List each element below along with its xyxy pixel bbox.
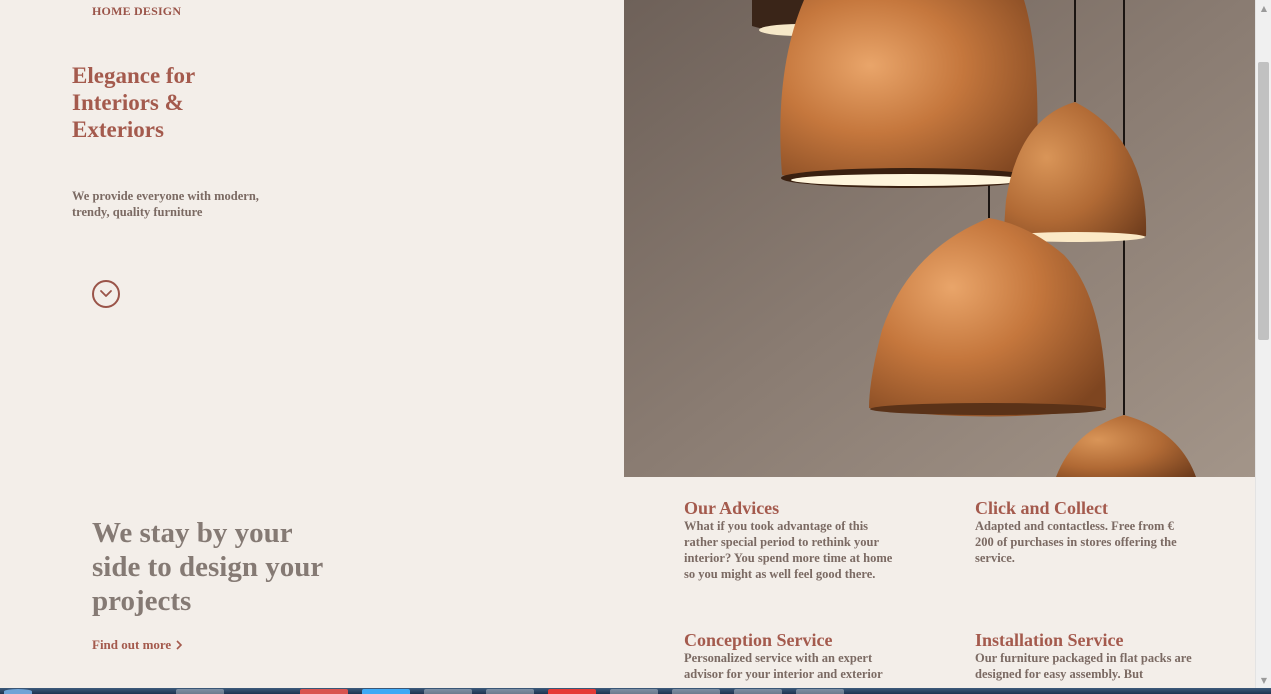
taskbar-item[interactable]: [362, 689, 410, 694]
hero-subtitle: We provide everyone with modern, trendy,…: [72, 189, 259, 219]
section-title: We stay by your side to design your proj…: [92, 517, 323, 617]
taskbar-item[interactable]: [486, 689, 534, 694]
service-text: Adapted and contactless. Free from € 200…: [975, 519, 1177, 565]
page: HOME DESIGN Elegance for Interiors & Ext…: [0, 0, 1271, 694]
taskbar-item[interactable]: [176, 689, 224, 694]
chevron-down-icon: [100, 290, 112, 297]
taskbar-item[interactable]: [672, 689, 720, 694]
service-text: What if you took advantage of this rathe…: [684, 519, 893, 581]
service-title[interactable]: Conception Service: [684, 630, 904, 650]
os-taskbar: [0, 688, 1271, 694]
taskbar-item[interactable]: [610, 689, 658, 694]
taskbar-item[interactable]: [548, 689, 596, 694]
service-text: Personalized service with an expert advi…: [684, 651, 883, 681]
hero-title: Elegance for Interiors & Exteriors: [72, 63, 195, 142]
service-conception: Conception Service Personalized service …: [684, 630, 904, 682]
service-text: Our furniture packaged in flat packs are…: [975, 651, 1192, 681]
taskbar-item[interactable]: [796, 689, 844, 694]
service-title[interactable]: Click and Collect: [975, 498, 1195, 518]
scroll-up-arrow-icon[interactable]: ▲: [1256, 0, 1271, 16]
hero-image-pendant-lamps: [624, 0, 1255, 477]
taskbar-item[interactable]: [300, 689, 348, 694]
scroll-down-button[interactable]: [92, 280, 120, 308]
service-title[interactable]: Our Advices: [684, 498, 904, 518]
start-button-icon[interactable]: [4, 689, 32, 694]
service-title[interactable]: Installation Service: [975, 630, 1195, 650]
scrollbar-thumb[interactable]: [1258, 62, 1269, 340]
chevron-right-icon: [176, 640, 183, 650]
find-out-more-link[interactable]: Find out more: [92, 637, 183, 653]
taskbar-item[interactable]: [424, 689, 472, 694]
brand-logo[interactable]: HOME DESIGN: [92, 4, 181, 19]
service-click-and-collect: Click and Collect Adapted and contactles…: [975, 498, 1195, 566]
vertical-scrollbar[interactable]: ▲ ▼: [1255, 0, 1271, 694]
taskbar-item[interactable]: [734, 689, 782, 694]
find-out-more-label: Find out more: [92, 637, 172, 652]
scroll-down-arrow-icon[interactable]: ▼: [1256, 672, 1271, 688]
service-our-advices: Our Advices What if you took advantage o…: [684, 498, 904, 582]
service-installation: Installation Service Our furniture packa…: [975, 630, 1195, 682]
